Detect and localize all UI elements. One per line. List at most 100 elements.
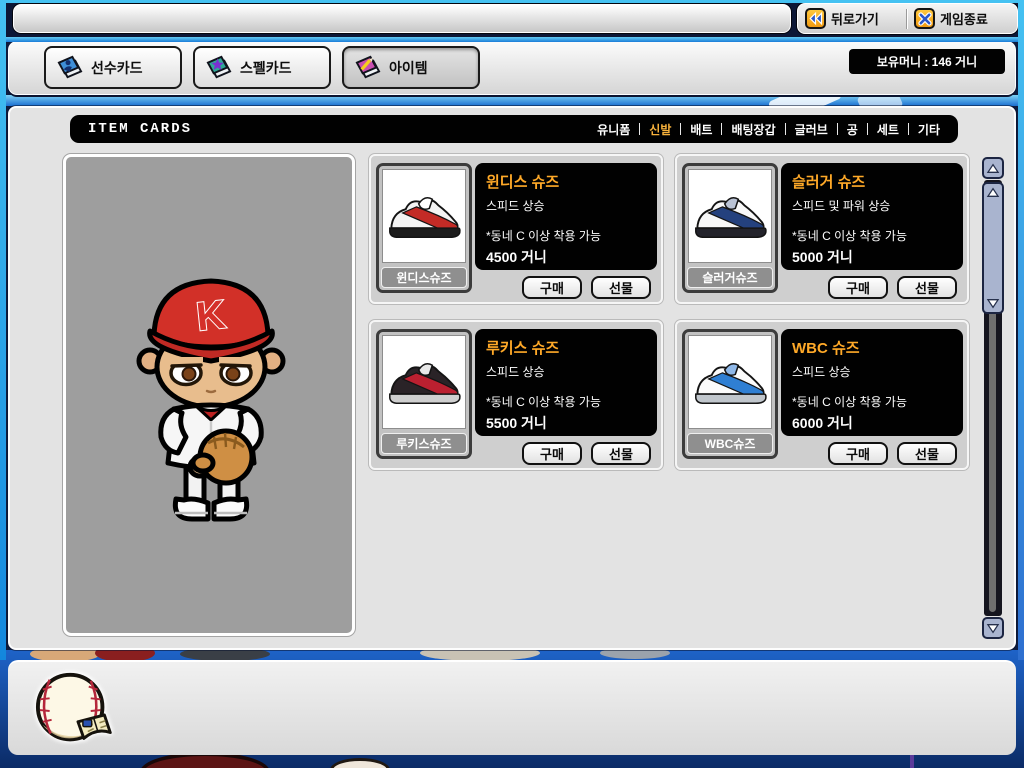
item-title: 루키스 슈즈: [486, 340, 560, 357]
category-separator: [836, 123, 838, 135]
gift-button[interactable]: 선물: [591, 276, 651, 299]
item-thumbnail: [688, 335, 772, 429]
back-arrows-icon: [805, 8, 826, 29]
title-bar: 뒤로가기 게임종료: [0, 0, 1024, 37]
category-separator: [866, 123, 868, 135]
screen-edge: [1018, 0, 1024, 660]
category-bat[interactable]: 배트: [690, 121, 712, 138]
shoe-image: [695, 363, 767, 405]
buy-button[interactable]: 구매: [828, 442, 888, 465]
item-card: WBC슈즈 WBC 슈즈 스피드 상승 *동네 C 이상 착용 가능 6000 …: [675, 320, 969, 470]
scroll-down-button[interactable]: [982, 617, 1004, 639]
shop-header-bar: ITEM CARDS 유니폼 신발 배트 배팅장갑 글러브 공 세트 기타: [70, 115, 958, 143]
item-info-panel: 슬러거 슈즈 스피드 및 파워 상승 *동네 C 이상 착용 가능 5000 거…: [781, 163, 963, 270]
gift-button[interactable]: 선물: [591, 442, 651, 465]
window-controls-divider: [907, 8, 908, 29]
item-caption: WBC슈즈: [687, 433, 773, 454]
tab-player-cards[interactable]: 선수카드: [44, 46, 182, 89]
close-x-icon: [914, 8, 935, 29]
category-separator: [680, 123, 682, 135]
category-glove[interactable]: 글러브: [795, 121, 828, 138]
category-batting-gloves[interactable]: 배팅장갑: [731, 121, 775, 138]
title-bar-inset: [13, 4, 791, 33]
cap-letter: K: [194, 293, 227, 340]
decorative-streak: [767, 95, 843, 106]
shop-title: ITEM CARDS: [88, 121, 193, 137]
item-title: WBC 슈즈: [792, 340, 860, 357]
item-title: 슬러거 슈즈: [792, 174, 866, 191]
buy-button[interactable]: 구매: [522, 276, 582, 299]
spell-card-book-icon: [206, 55, 232, 79]
category-separator: [639, 123, 641, 135]
item-thumbnail-frame: 슬러거슈즈: [682, 163, 778, 293]
exit-game-label: 게임종료: [940, 12, 988, 27]
gift-button[interactable]: 선물: [897, 442, 957, 465]
category-set[interactable]: 세트: [877, 121, 899, 138]
item-thumbnail-frame: WBC슈즈: [682, 329, 778, 459]
arrow-down-icon: [986, 623, 1000, 633]
category-separator: [721, 123, 723, 135]
character-avatar: K: [136, 278, 286, 522]
item-card: 루키스슈즈 루키스 슈즈 스피드 상승 *동네 C 이상 착용 가능 5500 …: [369, 320, 663, 470]
item-caption: 슬러거슈즈: [687, 267, 773, 288]
category-separator: [784, 123, 786, 135]
back-button-label: 뒤로가기: [831, 12, 879, 27]
category-uniform[interactable]: 유니폼: [597, 121, 630, 138]
bottom-panel: [8, 660, 1016, 755]
item-thumbnail: [382, 335, 466, 429]
scrollbar-thumb[interactable]: [982, 182, 1004, 314]
item-price: 5500 거니: [486, 415, 547, 431]
player-card-book-icon: [57, 55, 83, 79]
item-thumbnail-frame: 루키스슈즈: [376, 329, 472, 459]
artwork-blob: [600, 650, 670, 659]
buy-button[interactable]: 구매: [828, 276, 888, 299]
exit-game-button[interactable]: 게임종료: [914, 8, 1010, 29]
window-controls: 뒤로가기 게임종료: [797, 3, 1018, 34]
tab-player-cards-label: 선수카드: [91, 59, 143, 76]
item-thumbnail: [382, 169, 466, 263]
back-button[interactable]: 뒤로가기: [805, 8, 901, 29]
item-effect: 스피드 및 파워 상승: [792, 199, 891, 213]
item-thumbnail-frame: 윈디스슈즈: [376, 163, 472, 293]
character-preview-panel: K: [63, 154, 355, 636]
buy-button[interactable]: 구매: [522, 442, 582, 465]
item-info-panel: 윈디스 슈즈 스피드 상승 *동네 C 이상 착용 가능 4500 거니: [475, 163, 657, 270]
item-caption: 윈디스슈즈: [381, 267, 467, 288]
item-info-panel: WBC 슈즈 스피드 상승 *동네 C 이상 착용 가능 6000 거니: [781, 329, 963, 436]
decorative-streak: [856, 95, 904, 106]
screen-edge: [0, 0, 1024, 3]
blue-band: [0, 95, 1024, 106]
item-price: 5000 거니: [792, 249, 853, 265]
item-book-icon: [355, 55, 381, 79]
game-shop-screen: 뒤로가기 게임종료 선수카드 스펠카드 아이템 보유머니: 146 거니 IT…: [0, 0, 1024, 768]
tab-spell-cards[interactable]: 스펠카드: [193, 46, 331, 89]
item-info-panel: 루키스 슈즈 스피드 상승 *동네 C 이상 착용 가능 5500 거니: [475, 329, 657, 436]
item-requirement: *동네 C 이상 착용 가능: [486, 229, 601, 243]
arrow-up-icon: [986, 163, 1000, 173]
category-separator: [907, 123, 909, 135]
item-requirement: *동네 C 이상 착용 가능: [792, 395, 907, 409]
artwork-line: [910, 754, 914, 768]
money-display: 보유머니 : 146 거니: [849, 49, 1005, 74]
item-thumbnail: [688, 169, 772, 263]
item-card: 슬러거슈즈 슬러거 슈즈 스피드 및 파워 상승 *동네 C 이상 착용 가능 …: [675, 154, 969, 304]
shoe-image: [695, 197, 767, 239]
gift-button[interactable]: 선물: [897, 276, 957, 299]
item-title: 윈디스 슈즈: [486, 174, 560, 191]
item-caption: 루키스슈즈: [381, 433, 467, 454]
item-card: 윈디스슈즈 윈디스 슈즈 스피드 상승 *동네 C 이상 착용 가능 4500 …: [369, 154, 663, 304]
item-requirement: *동네 C 이상 착용 가능: [792, 229, 907, 243]
category-ball[interactable]: 공: [847, 121, 858, 138]
tab-items-label: 아이템: [389, 59, 428, 76]
item-effect: 스피드 상승: [792, 365, 851, 379]
item-effect: 스피드 상승: [486, 199, 545, 213]
baseball-book-icon[interactable]: [28, 668, 128, 756]
arrow-up-icon: [986, 187, 1000, 197]
category-etc[interactable]: 기타: [918, 121, 940, 138]
category-shoes[interactable]: 신발: [649, 121, 671, 138]
blue-divider-strip: [0, 37, 1024, 42]
scroll-up-button[interactable]: [982, 157, 1004, 179]
item-effect: 스피드 상승: [486, 365, 545, 379]
tab-items[interactable]: 아이템: [342, 46, 480, 89]
arrow-down-icon: [986, 299, 1000, 309]
